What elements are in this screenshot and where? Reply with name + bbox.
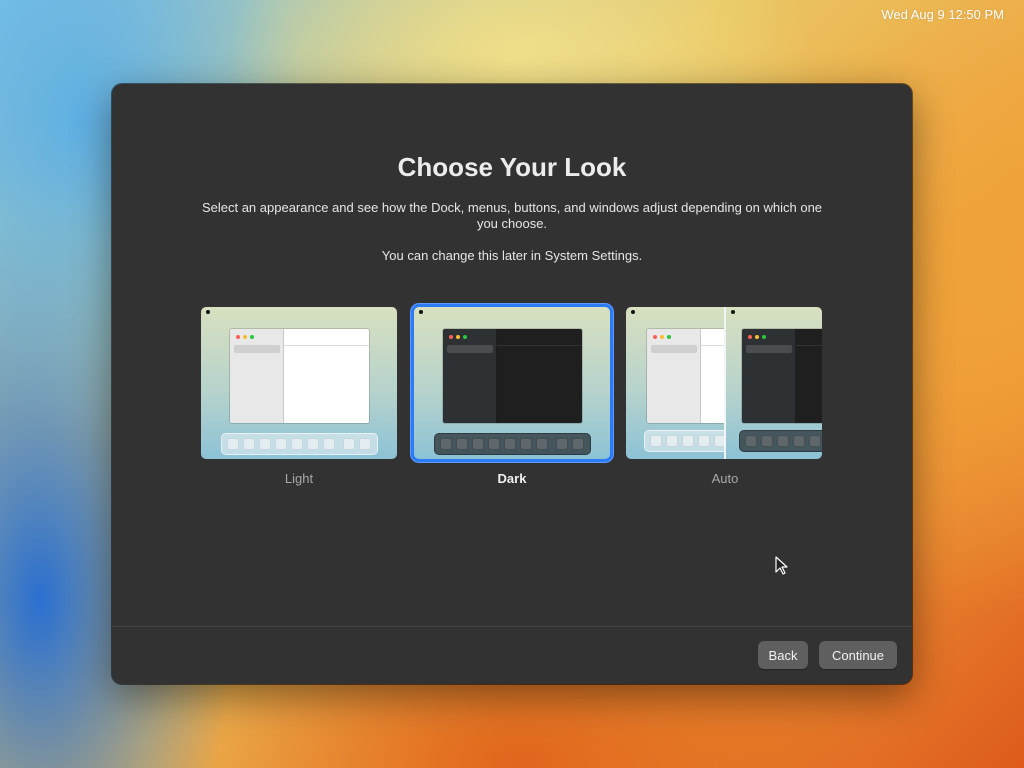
- auto-light-window: [646, 328, 724, 424]
- auto-light-dock: [644, 430, 724, 452]
- appearance-option-auto[interactable]: [626, 307, 822, 459]
- option-label-auto[interactable]: Auto: [624, 471, 826, 486]
- setup-assistant-window: Choose Your Look Select an appearance an…: [112, 84, 912, 684]
- option-label-dark[interactable]: Dark: [411, 471, 613, 486]
- apple-icon: [731, 310, 735, 314]
- auto-dark-dock: [739, 430, 822, 452]
- auto-preview: [626, 307, 822, 459]
- apple-icon: [631, 310, 635, 314]
- apple-icon: [206, 310, 210, 314]
- dark-preview: [414, 307, 610, 459]
- back-button[interactable]: Back: [758, 641, 808, 669]
- footer-divider: [112, 626, 912, 627]
- option-label-light[interactable]: Light: [198, 471, 400, 486]
- light-preview-dock: [221, 433, 378, 455]
- apple-icon: [419, 310, 423, 314]
- pointer-cursor-icon: [775, 556, 788, 575]
- light-preview: [201, 307, 397, 459]
- appearance-option-light[interactable]: [198, 304, 400, 462]
- menubar-clock[interactable]: Wed Aug 9 12:50 PM: [881, 7, 1004, 22]
- continue-button[interactable]: Continue: [819, 641, 897, 669]
- settings-note: You can change this later in System Sett…: [381, 248, 643, 263]
- dark-preview-dock: [434, 433, 591, 455]
- auto-dark-window: [741, 328, 822, 424]
- dark-preview-window: [442, 328, 583, 424]
- light-preview-window: [229, 328, 370, 424]
- description-text: Select an appearance and see how the Doc…: [201, 200, 823, 231]
- appearance-option-dark[interactable]: [411, 304, 613, 462]
- page-title: Choose Your Look: [397, 152, 627, 182]
